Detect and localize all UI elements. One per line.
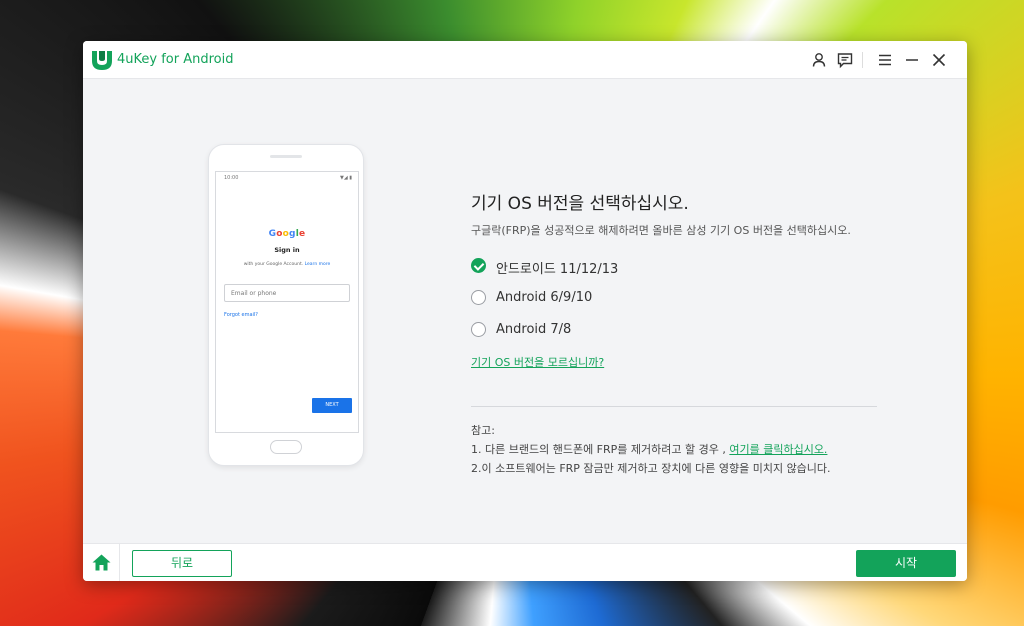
note-1: 1. 다른 브랜드의 핸드폰에 FRP를 제거하려고 할 경우 , 여기를 클릭… <box>471 443 828 456</box>
user-icon[interactable] <box>810 51 828 69</box>
google-logo: Google <box>268 229 306 239</box>
start-button[interactable]: 시작 <box>856 550 956 577</box>
option-label: Android 6/9/10 <box>496 290 593 305</box>
option-label: Android 7/8 <box>496 322 572 337</box>
phone-forgot-link: Forgot email? <box>224 312 258 318</box>
titlebar-divider <box>862 52 863 68</box>
os-version-options: 안드로이드 11/12/13 Android 6/9/10 Android 7/… <box>471 251 771 347</box>
phone-speaker <box>270 155 302 158</box>
radio-unchecked-icon[interactable] <box>471 322 486 337</box>
app-logo-icon <box>92 51 112 70</box>
title-bar: 4uKey for Android <box>83 41 967 79</box>
radio-unchecked-icon[interactable] <box>471 290 486 305</box>
home-button[interactable] <box>83 544 120 581</box>
phone-signin-title: Sign in <box>274 246 300 254</box>
phone-time: 10:00 <box>224 175 239 181</box>
main-content: 10:00 ▼◢ ▮ Google Sign in with your Goog… <box>83 79 967 543</box>
phone-signin-subtitle: with your Google Account. Learn more <box>243 262 331 267</box>
menu-icon[interactable] <box>876 51 894 69</box>
divider <box>471 406 877 407</box>
phone-status: ▼◢ ▮ <box>339 175 352 181</box>
app-window: 4uKey for Android 10:00 ▼◢ ▮ Google Sign… <box>83 41 967 581</box>
page-title: 기기 OS 버전을 선택하십시오. <box>471 194 689 214</box>
app-title: 4uKey for Android <box>117 52 234 67</box>
option-label: 안드로이드 11/12/13 <box>496 262 619 277</box>
phone-screen: 10:00 ▼◢ ▮ Google Sign in with your Goog… <box>215 171 359 433</box>
notes-title: 참고: <box>471 424 495 437</box>
page-subtitle: 구글락(FRP)을 성공적으로 해제하려면 올바른 삼성 기기 OS 버전을 선… <box>471 224 851 237</box>
unknown-version-link[interactable]: 기기 OS 버전을 모르십니까? <box>471 354 604 370</box>
phone-next-button: NEXT <box>312 398 352 413</box>
close-icon[interactable] <box>930 51 948 69</box>
option-android-11-12-13[interactable]: 안드로이드 11/12/13 <box>471 251 771 283</box>
footer-bar: 뒤로 시작 <box>83 543 967 581</box>
phone-illustration: 10:00 ▼◢ ▮ Google Sign in with your Goog… <box>208 144 364 466</box>
radio-checked-icon[interactable] <box>471 258 486 273</box>
option-android-6-9-10[interactable]: Android 6/9/10 <box>471 283 771 315</box>
other-brand-link[interactable]: 여기를 클릭하십시오. <box>729 443 827 456</box>
home-icon <box>92 554 111 571</box>
minimize-icon[interactable] <box>903 51 921 69</box>
phone-email-field: Email or phone <box>224 284 350 302</box>
feedback-icon[interactable] <box>836 51 854 69</box>
note-2: 2.이 소프트웨어는 FRP 잠금만 제거하고 장치에 다른 영향을 미치지 않… <box>471 462 831 475</box>
notes-section: 참고: 1. 다른 브랜드의 핸드폰에 FRP를 제거하려고 할 경우 , 여기… <box>471 421 831 478</box>
phone-home-button <box>270 440 302 454</box>
back-button[interactable]: 뒤로 <box>132 550 232 577</box>
option-android-7-8[interactable]: Android 7/8 <box>471 315 771 347</box>
